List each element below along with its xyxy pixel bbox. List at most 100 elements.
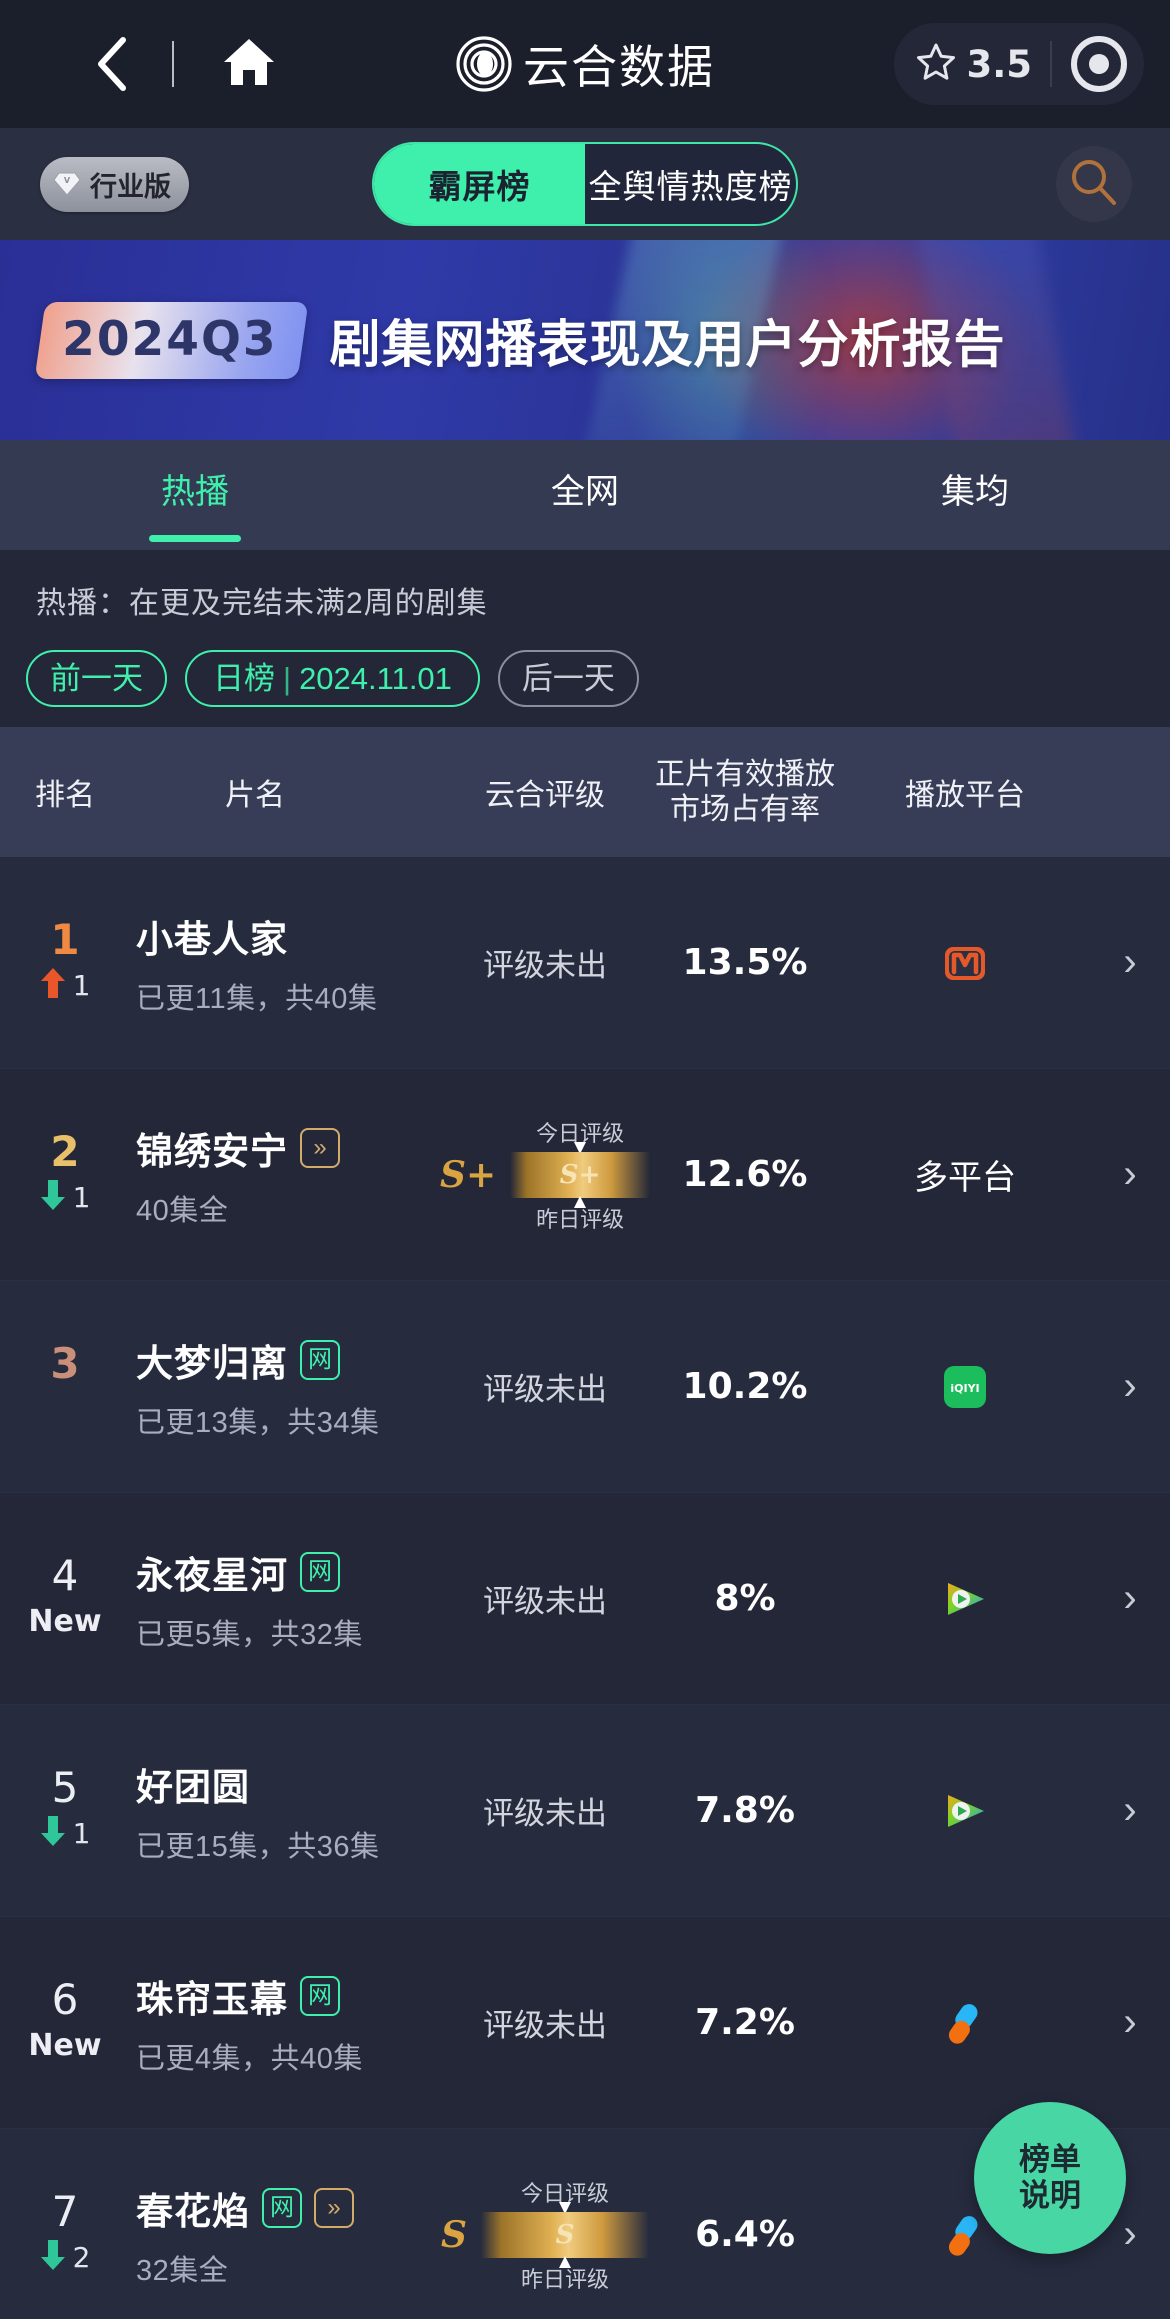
row-detail-button[interactable]: ›: [1090, 1152, 1170, 1197]
show-title: 永夜星河: [136, 1554, 288, 1596]
period-date-selector[interactable]: 日榜 | 2024.11.01: [185, 650, 480, 707]
row-detail-button[interactable]: ›: [1090, 940, 1170, 985]
table-row[interactable]: 3 大梦归离网已更13集，共34集 评级未出 10.2% iQIYI ›: [0, 1281, 1170, 1493]
title-cell[interactable]: 小巷人家 已更11集，共40集: [130, 909, 440, 1017]
title-cell[interactable]: 珠帘玉幕网已更4集，共40集: [130, 1969, 440, 2077]
market-share-cell: 12.6%: [650, 1154, 840, 1195]
tab-jijun-label: 集均: [941, 473, 1009, 511]
star-outline-icon: [916, 42, 956, 86]
next-day-button[interactable]: 后一天: [497, 650, 639, 707]
rank-new-label: New: [28, 2028, 102, 2063]
title-cell[interactable]: 春花焰网 » 32集全: [130, 2181, 440, 2289]
top-navigation-bar: 云合数据 3.5: [0, 0, 1170, 128]
back-button[interactable]: [84, 32, 138, 96]
header-market-share-line2: 市场占有率: [670, 793, 820, 826]
rank-new-label: New: [28, 1604, 102, 1639]
app-rating[interactable]: 3.5: [916, 42, 1050, 86]
episode-info: 40集全: [136, 1194, 229, 1227]
row-detail-button[interactable]: ›: [1090, 1364, 1170, 1409]
platform-cell: [840, 1786, 1090, 1836]
rank-number: 7: [51, 2186, 79, 2236]
table-row[interactable]: 6 New 珠帘玉幕网已更4集，共40集 评级未出 7.2% ›: [0, 1917, 1170, 2129]
rank-change-value: 1: [72, 1181, 91, 1214]
market-share-cell: 10.2%: [650, 1366, 840, 1407]
banner-quarter-label: 2024Q3: [62, 311, 278, 367]
rank-cell: 21: [0, 1126, 130, 1219]
tab-quanyuqing-redu-bang[interactable]: 全舆情热度榜: [585, 144, 796, 224]
show-title: 好团圆: [136, 1766, 250, 1808]
platform-cell: 多平台: [840, 1150, 1090, 1199]
market-share-value: 10.2%: [682, 1366, 808, 1407]
rating-pending-label: 评级未出: [483, 1796, 607, 1831]
row-detail-button[interactable]: ›: [1090, 1576, 1170, 1621]
table-row[interactable]: 5 1 好团圆 已更15集，共36集 评级未出 7.8% ›: [0, 1705, 1170, 1917]
chevron-right-icon: ›: [1123, 1364, 1137, 1408]
episode-info: 已更13集，共34集: [136, 1406, 380, 1439]
record-circle-icon: [1068, 36, 1130, 99]
date-navigation: 前一天 日榜 | 2024.11.01 后一天: [0, 622, 1170, 707]
arrow-up-icon: [40, 966, 66, 1005]
rank-number: 2: [50, 1126, 80, 1176]
table-row[interactable]: 4 New 永夜星河网已更5集，共32集 评级未出 8% ›: [0, 1493, 1170, 1705]
ranking-explanation-fab[interactable]: 榜单 说明: [974, 2102, 1126, 2254]
platform-cell: [840, 938, 1090, 988]
tab-baping-bang[interactable]: 霸屏榜: [374, 144, 585, 224]
report-banner[interactable]: 2024Q3 剧集网播表现及用户分析报告: [0, 240, 1170, 440]
period-separator: |: [283, 661, 292, 696]
tab-rebo[interactable]: 热播: [0, 440, 390, 550]
platform-label: 多平台: [914, 1159, 1016, 1197]
chevron-right-icon: ›: [1123, 1152, 1137, 1196]
header-market-share: 正片有效播放 市场占有率: [650, 757, 840, 828]
rating-pending-label: 评级未出: [483, 1372, 607, 1407]
home-button[interactable]: [220, 35, 278, 93]
rating-cell: S+ 今日评级 S+ 昨日评级: [440, 1116, 650, 1234]
rating-pending-label: 评级未出: [483, 1584, 607, 1619]
title-cell[interactable]: 永夜星河网已更5集，共32集: [130, 1545, 440, 1653]
previous-day-label: 前一天: [50, 661, 143, 696]
table-row[interactable]: 2 1 锦绣安宁» 40集全 S+ 今日评级 S+ 昨日评级 12.6% 多平台 ›: [0, 1069, 1170, 1281]
chevron-right-icon: ›: [1123, 1788, 1137, 1832]
search-button[interactable]: [1056, 146, 1132, 222]
chevron-right-icon: ›: [1123, 2212, 1137, 2256]
rating-bar: S+: [510, 1151, 650, 1198]
market-share-cell: 6.4%: [650, 2214, 840, 2255]
rating-cell: 评级未出: [440, 1576, 650, 1621]
fab-line-2: 说明: [1019, 2178, 1081, 2213]
rating-cell: S 今日评级 S 昨日评级: [440, 2176, 650, 2294]
chevron-right-icon: ›: [1123, 2000, 1137, 2044]
industry-version-badge[interactable]: V 行业版: [40, 156, 189, 212]
title-cell[interactable]: 大梦归离网已更13集，共34集: [130, 1333, 440, 1441]
fab-line-1: 榜单: [1019, 2142, 1081, 2178]
ranking-list: 1 1 小巷人家 已更11集，共40集 评级未出 13.5% › 2 1 锦绣安宁» 40集全 S+ 今…: [0, 857, 1170, 2319]
rank-change-value: 2: [72, 2241, 91, 2274]
platform-cell: iQIYI: [840, 1362, 1090, 1412]
filter-section: 热播：在更及完结未满2周的剧集 前一天 日榜 | 2024.11.01 后一天: [0, 550, 1170, 727]
row-detail-button[interactable]: ›: [1090, 2000, 1170, 2045]
rating-bar: S: [481, 2211, 649, 2258]
rating-cell: 评级未出: [440, 1788, 650, 1833]
arrow-down-icon: [40, 1178, 66, 1217]
app-root: 云合数据 3.5 V 行业版 霸屏榜 全舆情热度榜 2024Q3 剧集网播表现及…: [0, 0, 1170, 2319]
metric-tab-bar: 热播 全网 集均: [0, 440, 1170, 550]
episode-info: 32集全: [136, 2254, 229, 2287]
search-icon: [1068, 156, 1120, 213]
rank-change: 1: [40, 1813, 90, 1855]
segmented-tab-row: V 行业版 霸屏榜 全舆情热度榜: [0, 128, 1170, 240]
tab-active-underline: [149, 535, 241, 542]
row-detail-button[interactable]: ›: [1090, 1788, 1170, 1833]
record-button[interactable]: [1068, 33, 1130, 95]
tab-quanwang[interactable]: 全网: [390, 440, 780, 550]
rank-number: 5: [51, 1762, 79, 1812]
episode-info: 已更5集，共32集: [136, 1618, 363, 1651]
episode-info: 已更15集，共36集: [136, 1830, 380, 1863]
rank-number: 4: [51, 1550, 79, 1600]
title-cell[interactable]: 好团圆已更15集，共36集: [130, 1757, 440, 1865]
title-cell[interactable]: 锦绣安宁 » 40集全: [130, 1121, 440, 1229]
table-row[interactable]: 1 1 小巷人家 已更11集，共40集 评级未出 13.5% ›: [0, 857, 1170, 1069]
chevron-right-icon: ›: [1123, 940, 1137, 984]
header-rank: 排名: [35, 779, 95, 812]
next-day-label: 后一天: [521, 661, 615, 696]
selected-date: 2024.11.01: [299, 661, 452, 696]
tab-jijun[interactable]: 集均: [780, 440, 1170, 550]
previous-day-button[interactable]: 前一天: [26, 650, 167, 707]
